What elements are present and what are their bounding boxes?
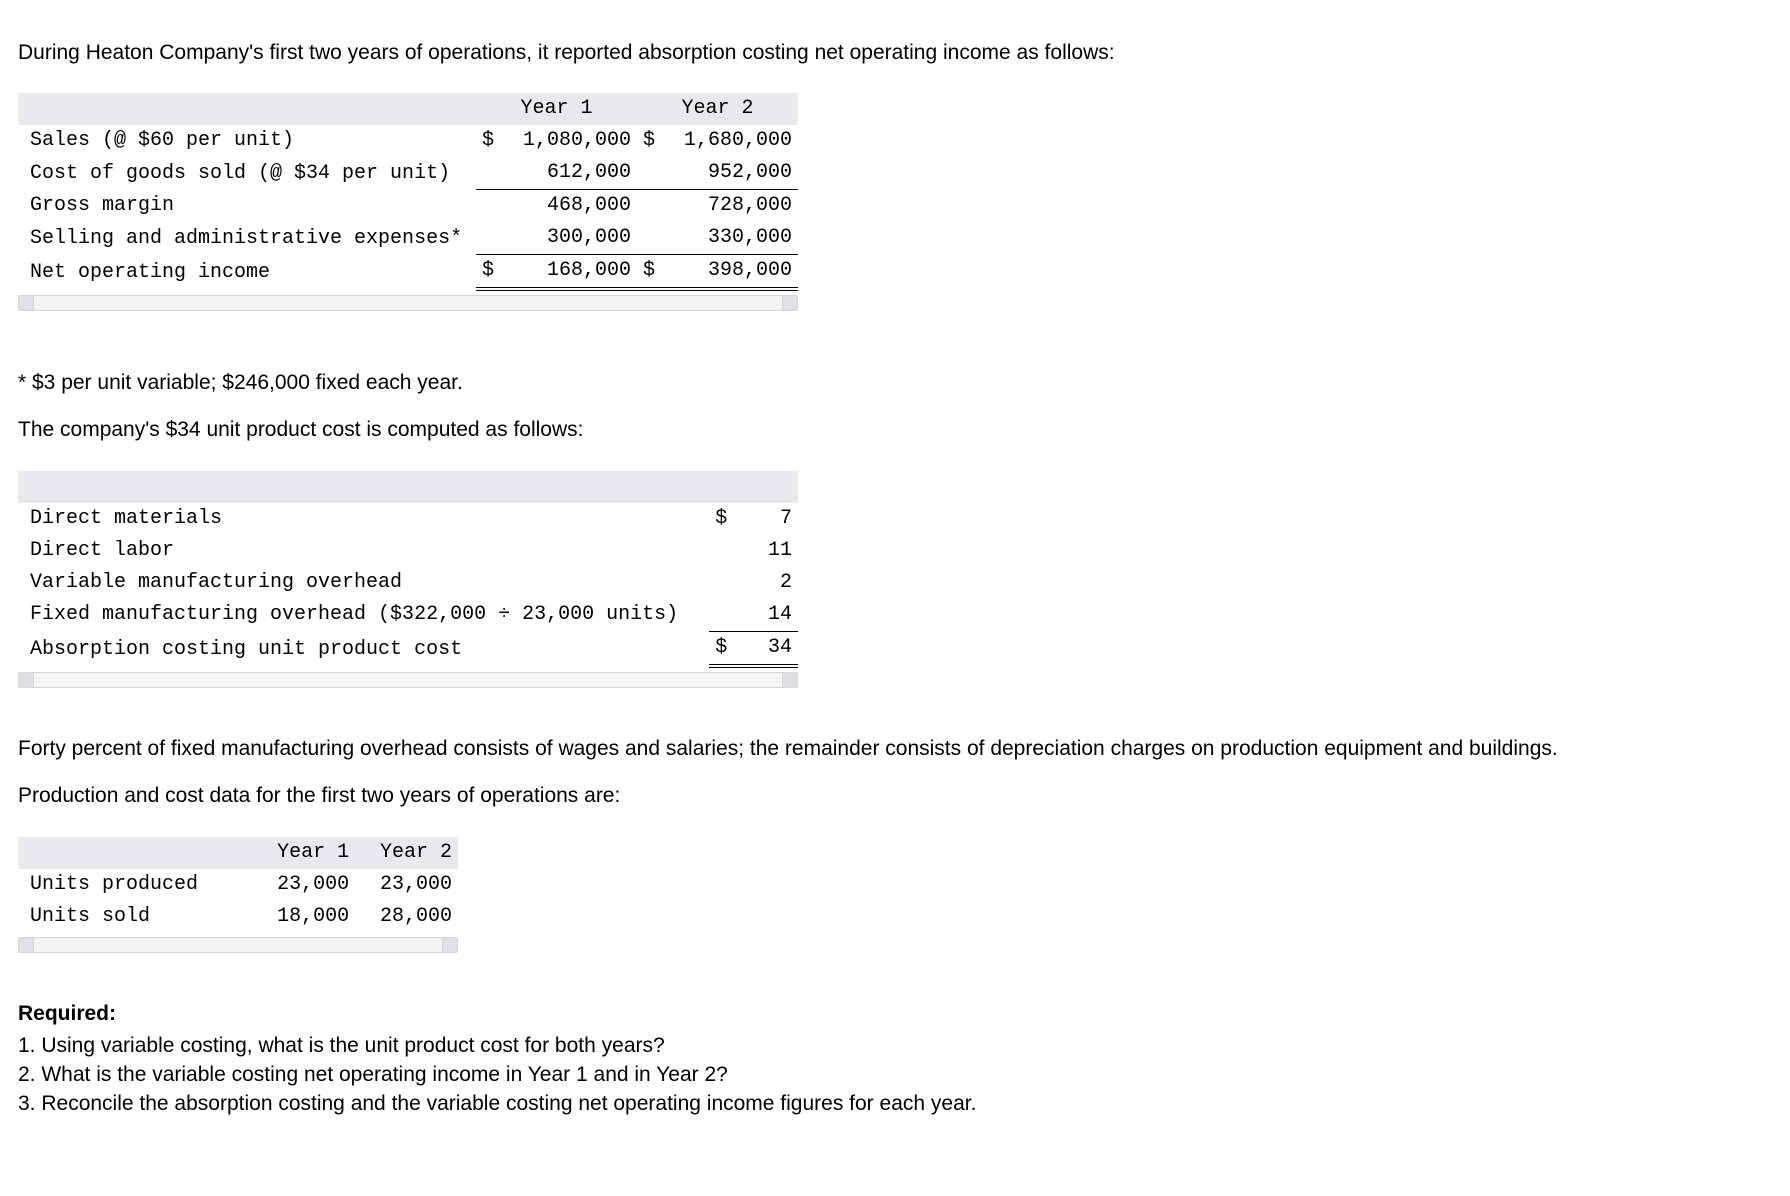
table-cell-value: 18,000	[252, 901, 355, 933]
income-table: Year 1 Year 2 Sales (@ $60 per unit)$1,0…	[18, 93, 798, 311]
table-cell-value: 34	[741, 631, 798, 666]
currency-symbol	[476, 222, 512, 255]
currency-symbol: $	[637, 125, 673, 157]
table-cell-value: 300,000	[512, 222, 637, 255]
required-item: 3. Reconcile the absorption costing and …	[18, 1089, 1772, 1118]
table-cell-value: 728,000	[673, 190, 798, 223]
production-table: Year 1 Year 2 Units produced23,00023,000…	[18, 837, 458, 953]
table-cell-value: 168,000	[512, 255, 637, 290]
currency-symbol	[637, 190, 673, 223]
table-cell-value: 28,000	[355, 901, 458, 933]
table-scrollbar[interactable]	[18, 295, 798, 311]
production-intro-paragraph: Production and cost data for the first t…	[18, 781, 1768, 810]
required-item: 2. What is the variable costing net oper…	[18, 1060, 1772, 1089]
table-cell-value: 952,000	[673, 157, 798, 190]
table-row-label: Direct materials	[18, 503, 709, 535]
currency-symbol: $	[476, 255, 512, 290]
table-row-label: Absorption costing unit product cost	[18, 631, 709, 666]
currency-symbol	[637, 222, 673, 255]
table-cell-value: 330,000	[673, 222, 798, 255]
income-header-year1: Year 1	[476, 93, 637, 125]
table-cell-value: 1,680,000	[673, 125, 798, 157]
table-cell-value: 2	[741, 567, 798, 599]
intro-paragraph: During Heaton Company's first two years …	[18, 38, 1768, 67]
table-row-label: Fixed manufacturing overhead ($322,000 ÷…	[18, 599, 709, 632]
currency-symbol	[709, 535, 741, 567]
income-header-year2: Year 2	[637, 93, 798, 125]
currency-symbol: $	[637, 255, 673, 290]
table-row-label: Cost of goods sold (@ $34 per unit)	[18, 157, 476, 190]
currency-symbol	[637, 157, 673, 190]
currency-symbol	[476, 190, 512, 223]
table-row-label: Sales (@ $60 per unit)	[18, 125, 476, 157]
table-row-label: Units sold	[18, 901, 252, 933]
required-item: 1. Using variable costing, what is the u…	[18, 1031, 1772, 1060]
currency-symbol	[709, 599, 741, 632]
prod-header-year2: Year 2	[355, 837, 458, 869]
table-row-label: Net operating income	[18, 255, 476, 290]
currency-symbol: $	[476, 125, 512, 157]
currency-symbol: $	[709, 631, 741, 666]
table-cell-value: 14	[741, 599, 798, 632]
prod-header-year1: Year 1	[252, 837, 355, 869]
table-cell-value: 398,000	[673, 255, 798, 290]
table-row-label: Gross margin	[18, 190, 476, 223]
table-cell-value: 11	[741, 535, 798, 567]
table-row-label: Variable manufacturing overhead	[18, 567, 709, 599]
table-cell-value: 1,080,000	[512, 125, 637, 157]
footnote-text: * $3 per unit variable; $246,000 fixed e…	[18, 368, 1768, 397]
currency-symbol	[709, 567, 741, 599]
table-cell-value: 23,000	[252, 869, 355, 901]
table-cell-value: 23,000	[355, 869, 458, 901]
currency-symbol: $	[709, 503, 741, 535]
table-cell-value: 612,000	[512, 157, 637, 190]
cost-intro-paragraph: The company's $34 unit product cost is c…	[18, 415, 1768, 444]
required-heading: Required:	[18, 999, 1768, 1028]
table-row-label: Selling and administrative expenses*	[18, 222, 476, 255]
table-cell-value: 468,000	[512, 190, 637, 223]
table-scrollbar[interactable]	[18, 672, 798, 688]
table-scrollbar[interactable]	[18, 937, 458, 953]
body-paragraph-2: Forty percent of fixed manufacturing ove…	[18, 734, 1768, 763]
cost-table: Direct materials$7Direct labor11Variable…	[18, 471, 798, 688]
currency-symbol	[476, 157, 512, 190]
table-row-label: Direct labor	[18, 535, 709, 567]
table-cell-value: 7	[741, 503, 798, 535]
table-row-label: Units produced	[18, 869, 252, 901]
